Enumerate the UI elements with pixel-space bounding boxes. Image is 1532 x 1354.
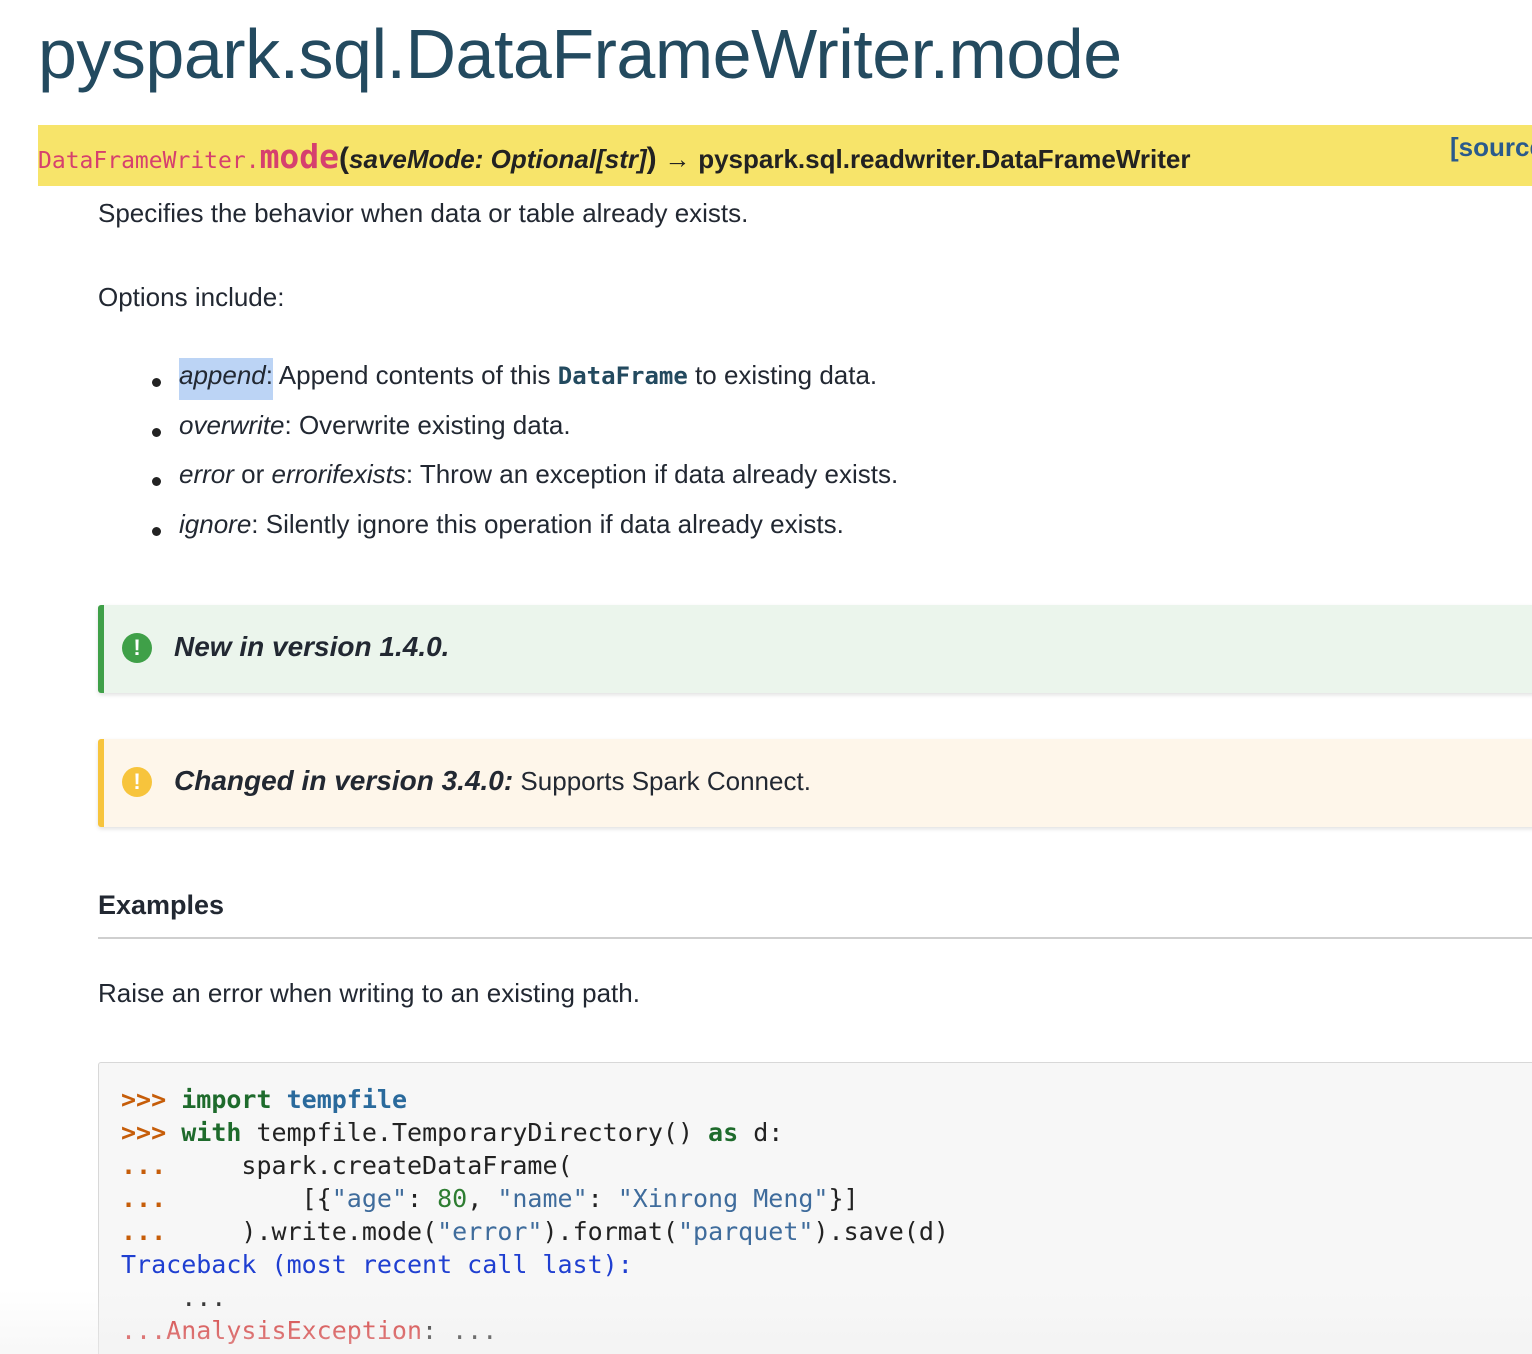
option-name: ignore [179, 508, 252, 539]
signature-function-name: mode [259, 137, 340, 176]
exclamation-circle-icon: ! [122, 633, 152, 663]
list-item: ignore: Silently ignore this operation i… [98, 509, 898, 559]
dataframe-link[interactable]: DataFrame [558, 362, 688, 390]
version-changed-label: Changed in version 3.4.0: [174, 765, 514, 796]
code-block[interactable]: >>> import tempfile >>> with tempfile.Te… [98, 1062, 1532, 1354]
signature-return-type: pyspark.sql.readwriter.DataFrameWriter [698, 144, 1191, 174]
options-list: append: Append contents of this DataFram… [98, 358, 898, 559]
examples-heading: Examples [98, 890, 225, 920]
bullet-icon [152, 378, 161, 387]
signature-open-paren: ( [339, 142, 350, 175]
option-name: overwrite [179, 409, 285, 440]
signature-arrow: → [664, 144, 691, 174]
bullet-icon [152, 427, 161, 437]
option-name: error [179, 459, 234, 489]
version-added-label: New in version 1.4.0. [174, 631, 450, 662]
list-item: error or errorifexists: Throw an excepti… [98, 459, 898, 509]
divider [98, 937, 1532, 939]
signature-class-prefix: DataFrameWriter. [38, 148, 260, 174]
bullet-icon [152, 477, 161, 486]
doc-page: pyspark.sql.DataFrameWriter.mode DataFra… [0, 0, 1532, 1354]
bullet-icon [152, 526, 161, 536]
examples-intro: Raise an error when writing to an existi… [98, 978, 640, 1008]
list-item: overwrite: Overwrite existing data. [98, 410, 898, 460]
options-intro: Options include: [98, 282, 285, 312]
version-changed-text: Supports Spark Connect. [513, 766, 811, 796]
signature-close-paren: ) [646, 142, 657, 175]
page-title: pyspark.sql.DataFrameWriter.mode [38, 15, 1122, 93]
exclamation-circle-icon: ! [122, 767, 152, 797]
function-signature: DataFrameWriter.mode(saveMode: Optional[… [38, 125, 1532, 186]
signature-param: saveMode: Optional[str] [349, 144, 647, 174]
version-changed-note: ! Changed in version 3.4.0: Supports Spa… [98, 739, 1532, 827]
list-item: append: Append contents of this DataFram… [98, 358, 898, 410]
selected-text: append: [179, 358, 273, 400]
version-added-note: ! New in version 1.4.0. [98, 605, 1532, 693]
description: Specifies the behavior when data or tabl… [98, 198, 749, 228]
option-name: errorifexists [271, 459, 406, 489]
option-name: append [179, 360, 266, 390]
source-link[interactable]: [source] [1450, 132, 1532, 163]
